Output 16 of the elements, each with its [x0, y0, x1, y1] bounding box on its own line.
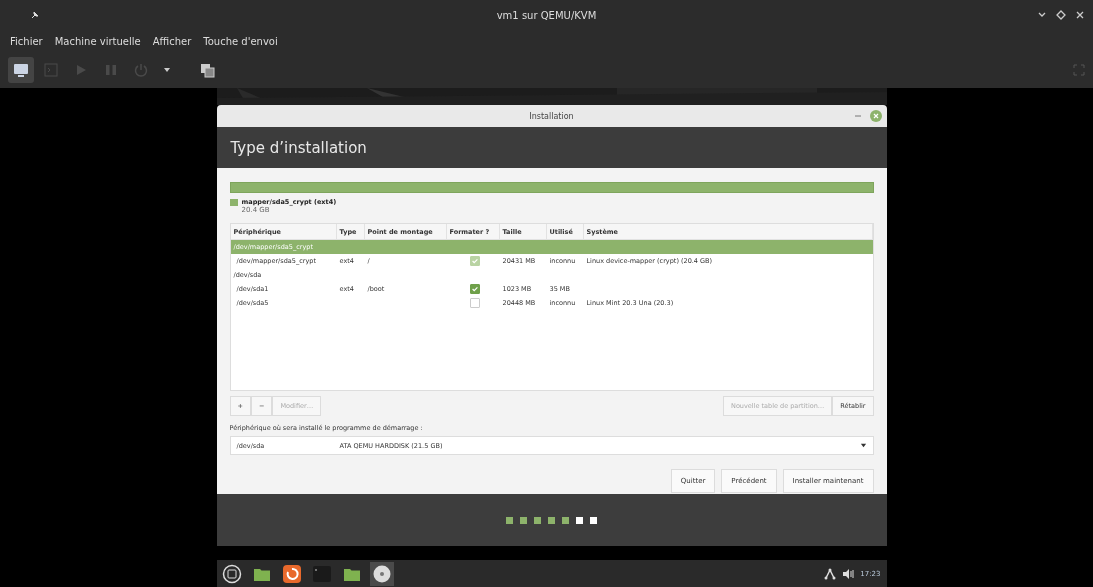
menu-item[interactable]: Fichier: [10, 35, 43, 47]
menu-item[interactable]: Touche d'envoi: [203, 35, 278, 47]
page-heading: Type d’installation: [230, 138, 367, 157]
window-title: vm1 sur QEMU/KVM: [496, 9, 597, 21]
menu-item[interactable]: Afficher: [152, 35, 192, 47]
pin-icon[interactable]: [30, 10, 40, 20]
menu-item[interactable]: Machine virtuelle: [54, 35, 141, 47]
caret-icon[interactable]: [859, 442, 867, 449]
volume-icon[interactable]: [842, 567, 855, 580]
checkbox[interactable]: [469, 298, 480, 308]
network-icon[interactable]: [824, 567, 837, 580]
monitor-icon[interactable]: [8, 57, 34, 83]
installer-title: Installation: [529, 111, 574, 121]
maximize-icon[interactable]: [1056, 10, 1066, 20]
checkbox[interactable]: [469, 284, 480, 294]
close-icon[interactable]: [1075, 10, 1085, 20]
